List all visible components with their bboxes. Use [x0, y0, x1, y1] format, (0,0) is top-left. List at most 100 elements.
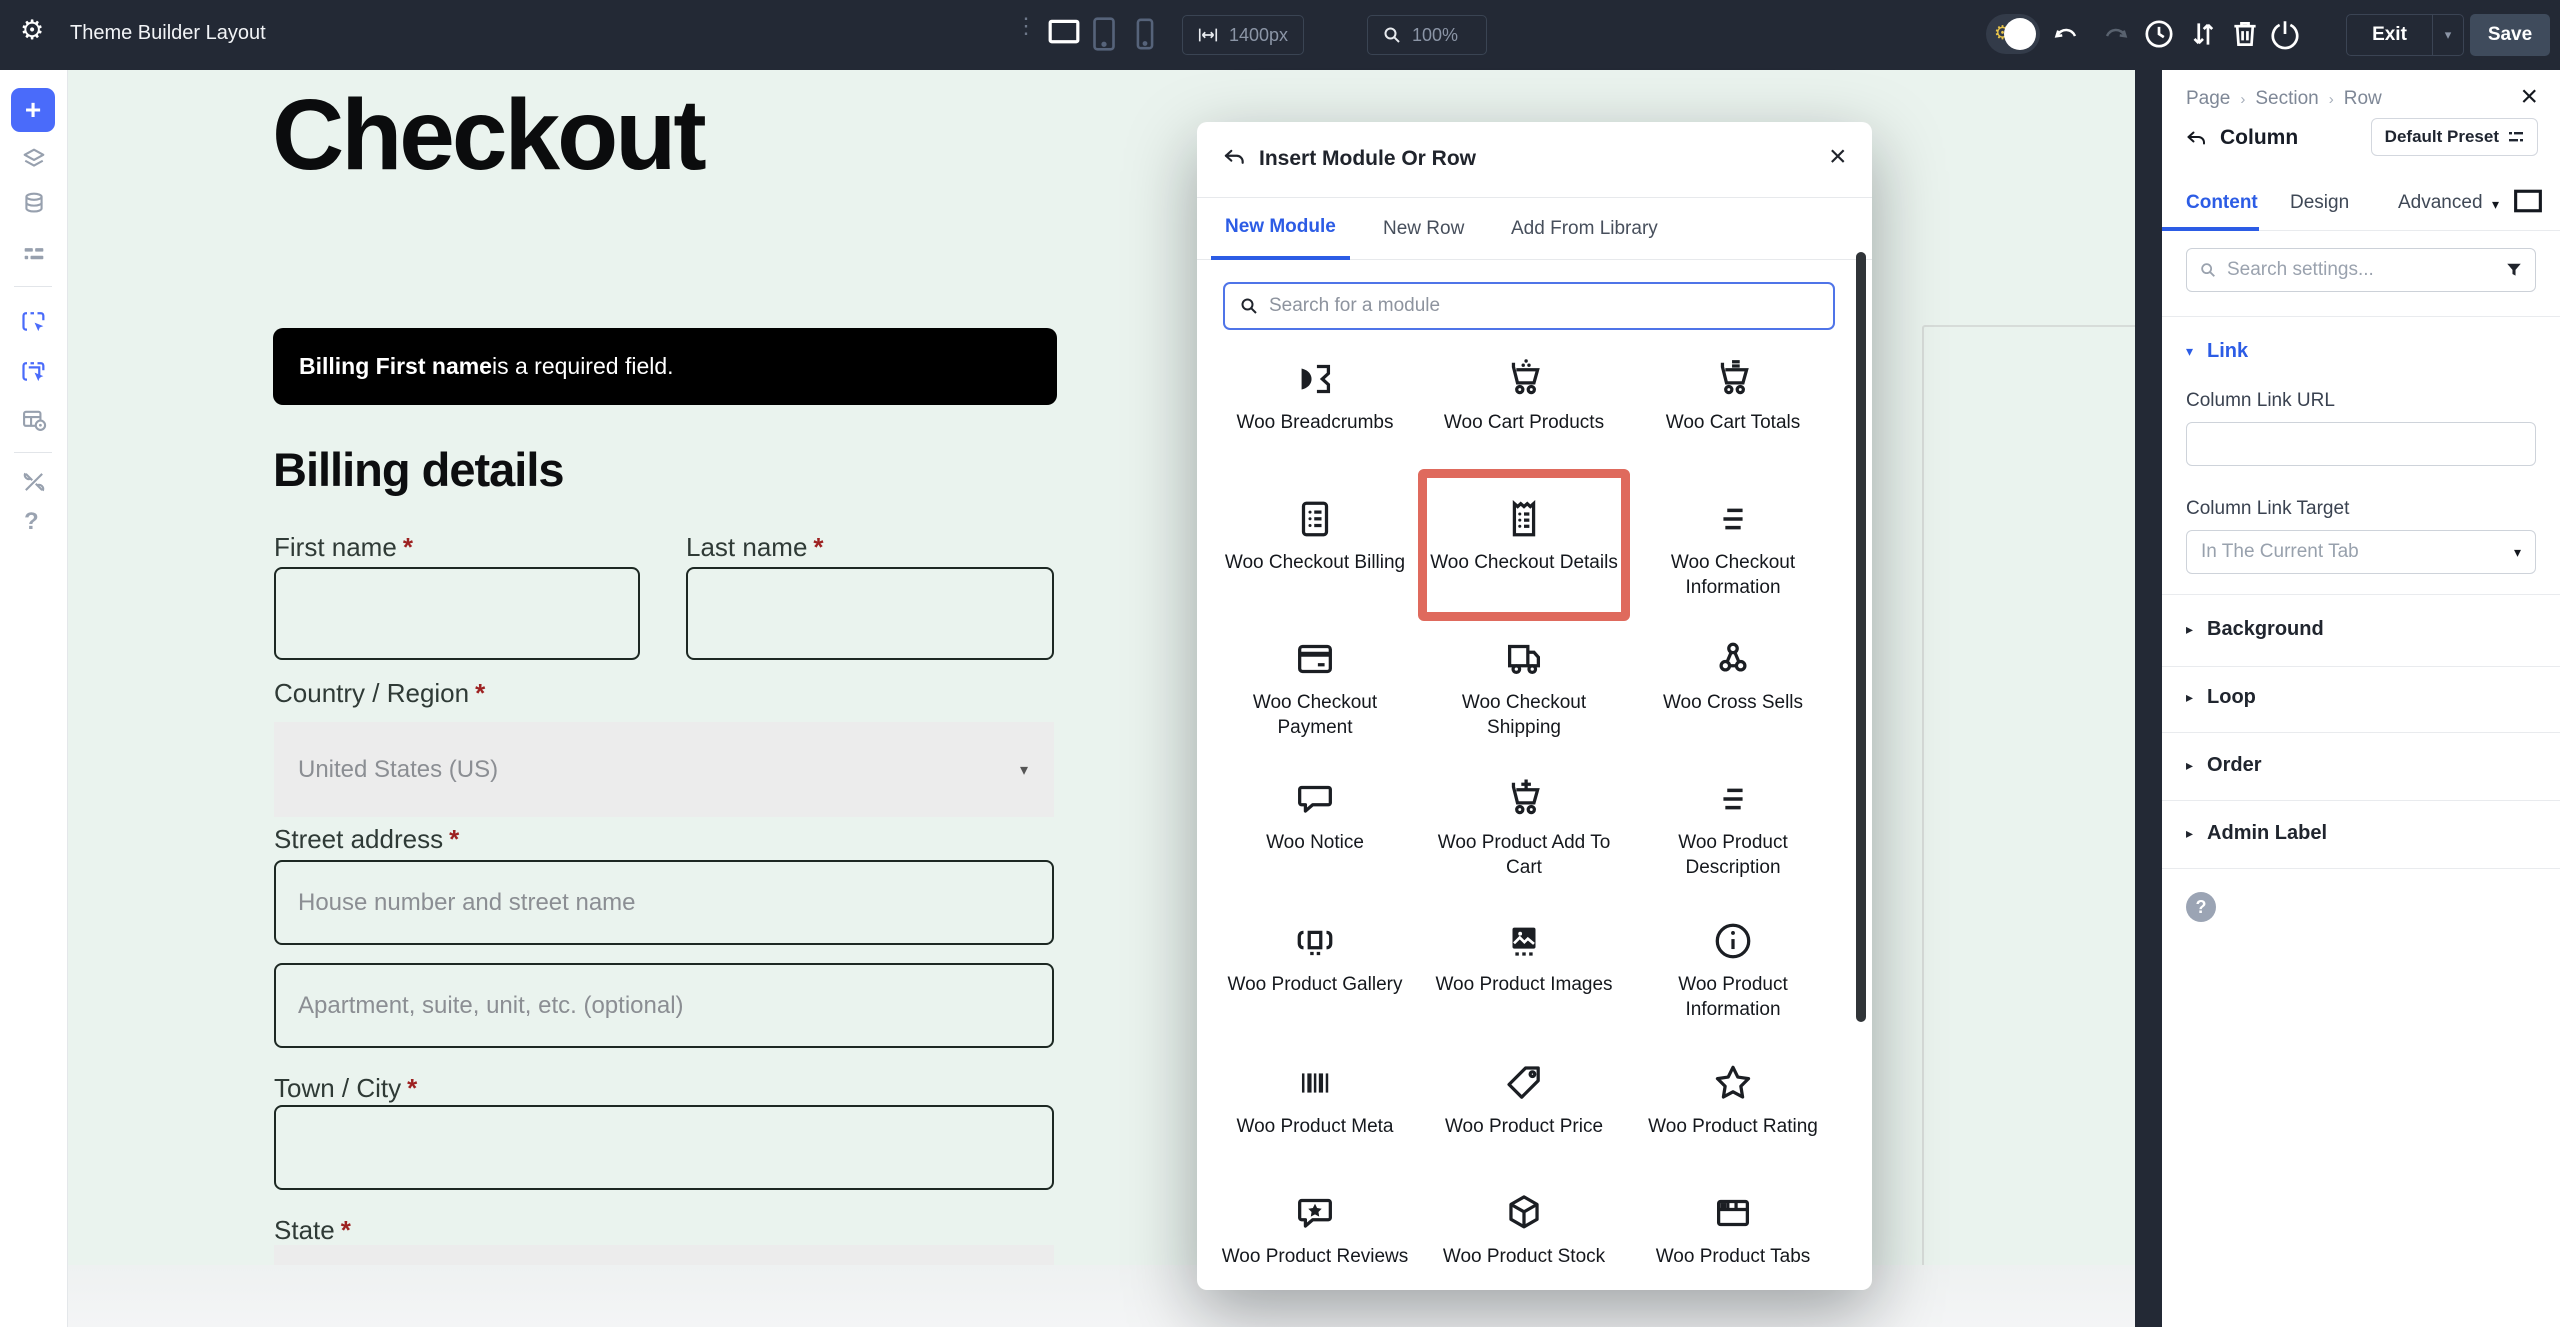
tab-content[interactable]: Content [2186, 192, 2258, 214]
exit-dropdown-caret[interactable]: ▾ [2432, 15, 2463, 55]
save-button[interactable]: Save [2470, 14, 2550, 56]
close-icon[interactable]: × [2520, 82, 2538, 112]
module-tile[interactable]: Woo Checkout Shipping [1424, 634, 1624, 740]
module-tile[interactable]: Woo Product Tabs [1633, 1188, 1833, 1269]
column-link-target-select[interactable]: In The Current Tab ▾ [2186, 530, 2536, 574]
tabs-dropdown-caret[interactable]: ▾ [2492, 196, 2499, 213]
module-tile[interactable]: Woo Cart Totals [1633, 354, 1833, 435]
settings-gear-icon[interactable]: ⚙ [20, 17, 44, 44]
module-tile[interactable]: Woo Product Price [1424, 1058, 1624, 1139]
module-tile[interactable]: Woo Checkout Details [1424, 494, 1624, 575]
page-title: Checkout [272, 78, 704, 193]
section-loop[interactable]: ▸ Loop [2186, 686, 2256, 709]
state-select[interactable] [274, 1245, 1054, 1265]
section-admin-label[interactable]: ▸ Admin Label [2186, 822, 2327, 845]
exit-button[interactable]: Exit [2347, 15, 2432, 55]
module-label: Woo Product Gallery [1215, 972, 1415, 997]
panel-divider [2162, 732, 2560, 733]
module-tile[interactable]: Woo Product Description [1633, 774, 1833, 880]
breadcrumb-row[interactable]: Row [2344, 88, 2382, 110]
section-order[interactable]: ▸ Order [2186, 754, 2262, 777]
insert-column-icon[interactable] [20, 358, 48, 386]
desktop-view-icon[interactable] [2512, 188, 2544, 214]
column-link-url-input[interactable] [2186, 422, 2536, 466]
module-label: Woo Product Tabs [1633, 1244, 1833, 1269]
help-icon[interactable]: ? [24, 508, 39, 536]
module-tile[interactable]: Woo Cart Products [1424, 354, 1624, 435]
caret-right-icon: ▸ [2186, 689, 2193, 706]
town-city-input[interactable] [274, 1105, 1054, 1190]
country-value: United States (US) [298, 756, 498, 784]
history-clock-icon[interactable] [2142, 17, 2176, 51]
first-name-input[interactable] [274, 567, 640, 660]
database-icon[interactable] [20, 190, 48, 218]
module-search-input[interactable] [1269, 295, 1819, 317]
module-tile[interactable]: Woo Product Add To Cart [1424, 774, 1624, 880]
filter-funnel-icon[interactable] [2505, 261, 2523, 279]
module-tile[interactable]: Woo Product Stock [1424, 1188, 1624, 1269]
module-tile[interactable]: Woo Checkout Billing [1215, 494, 1415, 575]
panel-divider [2162, 800, 2560, 801]
help-icon[interactable]: ? [2186, 892, 2216, 922]
close-icon[interactable]: × [1829, 142, 1847, 172]
breadcrumb-section[interactable]: Section [2255, 88, 2318, 110]
breadcrumb-page[interactable]: Page [2186, 88, 2230, 110]
insert-row-icon[interactable] [20, 308, 48, 336]
breadcrumb[interactable]: Page› Section› Row [2186, 88, 2382, 110]
street-address-input[interactable]: House number and street name [274, 860, 1054, 945]
first-name-label: First name* [274, 532, 413, 563]
undo-icon[interactable] [2052, 22, 2082, 48]
tab-new-row[interactable]: New Row [1369, 198, 1478, 260]
trash-icon[interactable] [2228, 17, 2262, 51]
link-section-header[interactable]: ▾ Link [2186, 340, 2248, 363]
module-tile[interactable]: Woo Product Images [1424, 916, 1624, 997]
module-tile[interactable]: Woo Product Rating [1633, 1058, 1833, 1139]
module-label: Woo Cart Products [1424, 410, 1624, 435]
modal-scrollbar[interactable] [1856, 252, 1866, 1022]
select-caret-icon: ▾ [1020, 760, 1028, 780]
builder-mode-toggle[interactable]: ⚙ [1986, 14, 2040, 54]
table-visibility-icon[interactable] [20, 406, 48, 434]
module-tile[interactable]: Woo Checkout Payment [1215, 634, 1415, 740]
layers-icon[interactable] [20, 145, 48, 173]
tab-add-from-library[interactable]: Add From Library [1497, 198, 1672, 260]
phone-view-button[interactable] [1134, 17, 1156, 51]
country-select[interactable]: United States (US) ▾ [274, 722, 1054, 817]
tab-design[interactable]: Design [2290, 192, 2349, 214]
module-tile[interactable]: Woo Cross Sells [1633, 634, 1833, 715]
add-module-button[interactable]: + [11, 88, 55, 132]
last-name-input[interactable] [686, 567, 1054, 660]
settings-search-input[interactable] [2227, 259, 2495, 281]
module-tile[interactable]: Woo Breadcrumbs [1215, 354, 1415, 435]
redo-icon[interactable] [2100, 22, 2130, 48]
canvas-width-value: 1400px [1229, 25, 1288, 46]
box-icon [1424, 1188, 1624, 1238]
back-arrow-icon[interactable] [1221, 146, 1247, 172]
sort-arrows-icon[interactable] [2186, 17, 2220, 51]
module-tile[interactable]: Woo Checkout Information [1633, 494, 1833, 600]
section-title: Loop [2207, 686, 2256, 709]
more-options-icon[interactable]: ⋮ [1015, 21, 1027, 30]
tools-wrench-icon[interactable] [20, 468, 48, 496]
section-background[interactable]: ▸ Background [2186, 618, 2324, 641]
module-tile[interactable]: Woo Product Information [1633, 916, 1833, 1022]
canvas-width-control[interactable]: 1400px [1182, 15, 1304, 55]
tab-new-module[interactable]: New Module [1211, 198, 1350, 260]
zoom-control[interactable]: 100% [1367, 15, 1487, 55]
portability-power-icon[interactable] [2268, 17, 2302, 51]
tablet-view-button[interactable] [1090, 15, 1118, 53]
module-tile[interactable]: Woo Product Meta [1215, 1058, 1415, 1139]
modal-title: Insert Module Or Row [1259, 147, 1476, 171]
cart-plus-icon [1424, 774, 1624, 824]
list-view-icon[interactable] [20, 240, 48, 268]
default-preset-button[interactable]: Default Preset [2371, 118, 2538, 156]
section-title: Link [2207, 340, 2248, 363]
module-tile[interactable]: Woo Product Gallery [1215, 916, 1415, 997]
street-address2-input[interactable]: Apartment, suite, unit, etc. (optional) [274, 963, 1054, 1048]
module-tile[interactable]: Woo Notice [1215, 774, 1415, 855]
tab-advanced[interactable]: Advanced [2398, 192, 2483, 214]
desktop-view-button[interactable] [1046, 17, 1082, 49]
back-arrow-icon[interactable] [2184, 128, 2208, 152]
module-tile[interactable]: Woo Product Reviews [1215, 1188, 1415, 1269]
order-review-column[interactable] [1922, 325, 2135, 1327]
